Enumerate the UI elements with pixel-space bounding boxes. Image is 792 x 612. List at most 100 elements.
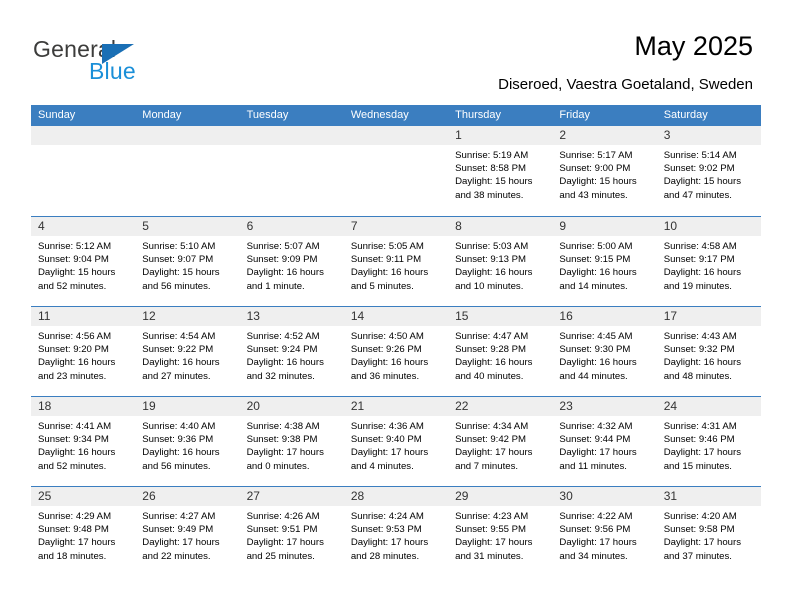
- day-number: 16: [559, 309, 573, 323]
- day-cell[interactable]: 13 Sunrise: 4:52 AM Sunset: 9:24 PM Dayligh…: [239, 307, 344, 396]
- daylight-text: and 11 minutes.: [559, 460, 627, 472]
- day-number-band: 2: [552, 126, 657, 145]
- daylight-text: and 28 minutes.: [350, 550, 420, 562]
- weekday-header-monday: Monday: [142, 109, 182, 121]
- day-cell[interactable]: 25 Sunrise: 4:29 AM Sunset: 9:48 PM Dayligh…: [31, 487, 136, 576]
- day-number: 3: [663, 128, 671, 142]
- calendar-week-row: 25 Sunrise: 4:29 AM Sunset: 9:48 PM Dayligh…: [31, 486, 761, 576]
- day-number-band: 12: [135, 307, 240, 326]
- day-cell[interactable]: 11 Sunrise: 4:56 AM Sunset: 9:20 PM Dayligh…: [31, 307, 136, 396]
- day-number-band: 17: [656, 307, 761, 326]
- sunrise-text: Sunrise: 5:00 AM: [559, 241, 633, 252]
- daylight-text: Daylight: 16 hours: [246, 357, 324, 369]
- day-cell[interactable]: 10 Sunrise: 4:58 AM Sunset: 9:17 PM Dayligh…: [656, 217, 761, 306]
- sunrise-text: Sunrise: 4:31 AM: [663, 421, 737, 432]
- day-number-band: 19: [135, 397, 240, 416]
- day-number: 27: [246, 489, 260, 503]
- daylight-text: and 56 minutes.: [142, 460, 211, 472]
- daylight-text: Daylight: 16 hours: [663, 267, 742, 279]
- day-cell[interactable]: 22 Sunrise: 4:34 AM Sunset: 9:42 PM Dayligh…: [448, 397, 553, 486]
- daylight-text: Daylight: 15 hours: [38, 267, 116, 279]
- day-number: 14: [350, 309, 365, 323]
- sunset-text: Sunset: 9:20 PM: [38, 344, 109, 356]
- day-number-band: 23: [552, 397, 657, 416]
- daylight-text: Daylight: 17 hours: [663, 537, 742, 549]
- day-cell[interactable]: 31 Sunrise: 4:20 AM Sunset: 9:58 PM Dayligh…: [656, 487, 761, 576]
- day-cell[interactable]: 9 Sunrise: 5:00 AM Sunset: 9:15 PM Daylight…: [552, 217, 657, 306]
- day-details: Sunrise: 4:29 AM Sunset: 9:48 PM Daylight:…: [31, 506, 135, 563]
- day-cell[interactable]: 27 Sunrise: 4:26 AM Sunset: 9:51 PM Dayligh…: [239, 487, 344, 576]
- day-cell[interactable]: 1 Sunrise: 5:19 AM Sunset: 8:58 PM Daylight…: [448, 126, 553, 215]
- brand-logo[interactable]: General Blue: [33, 36, 243, 86]
- daylight-text: Daylight: 17 hours: [38, 537, 116, 549]
- daylight-text: and 36 minutes.: [350, 370, 420, 382]
- day-cell[interactable]: 3 Sunrise: 5:14 AM Sunset: 9:02 PM Daylight…: [656, 126, 761, 215]
- day-details: Sunrise: 4:52 AM Sunset: 9:24 PM Daylight:…: [240, 326, 344, 383]
- day-details: Sunrise: 4:40 AM Sunset: 9:36 PM Daylight:…: [135, 416, 239, 473]
- day-number: 1: [455, 128, 462, 142]
- day-cell[interactable]: 21 Sunrise: 4:36 AM Sunset: 9:40 PM Dayligh…: [343, 397, 449, 486]
- day-details: Sunrise: 4:58 AM Sunset: 9:17 PM Daylight:…: [657, 236, 761, 293]
- sunrise-text: Sunrise: 5:19 AM: [455, 150, 529, 161]
- day-details: Sunrise: 5:10 AM Sunset: 9:07 PM Daylight:…: [135, 236, 239, 293]
- sunset-text: Sunset: 8:58 PM: [455, 163, 527, 175]
- sunset-text: Sunset: 9:13 PM: [455, 254, 527, 266]
- day-cell[interactable]: 18 Sunrise: 4:41 AM Sunset: 9:34 PM Dayligh…: [31, 397, 136, 486]
- day-cell[interactable]: 12 Sunrise: 4:54 AM Sunset: 9:22 PM Dayligh…: [135, 307, 240, 396]
- sunset-text: Sunset: 9:48 PM: [38, 524, 109, 536]
- sunset-text: Sunset: 9:28 PM: [455, 344, 527, 356]
- day-cell[interactable]: 29 Sunrise: 4:23 AM Sunset: 9:55 PM Dayligh…: [448, 487, 553, 576]
- daylight-text: and 56 minutes.: [142, 280, 211, 292]
- day-cell[interactable]: 17 Sunrise: 4:43 AM Sunset: 9:32 PM Dayligh…: [656, 307, 761, 396]
- day-details: Sunrise: 5:07 AM Sunset: 9:09 PM Daylight:…: [240, 236, 344, 293]
- day-cell[interactable]: 7 Sunrise: 5:05 AM Sunset: 9:11 PM Daylight…: [343, 217, 449, 306]
- sunset-text: Sunset: 9:51 PM: [246, 524, 318, 536]
- daylight-text: and 15 minutes.: [663, 460, 732, 472]
- day-number-band: 30: [552, 487, 657, 506]
- day-cell[interactable]: 15 Sunrise: 4:47 AM Sunset: 9:28 PM Dayligh…: [448, 307, 553, 396]
- day-cell[interactable]: 26 Sunrise: 4:27 AM Sunset: 9:49 PM Dayligh…: [135, 487, 240, 576]
- sunrise-text: Sunrise: 4:32 AM: [559, 421, 633, 432]
- day-cell[interactable]: 20 Sunrise: 4:38 AM Sunset: 9:38 PM Dayligh…: [239, 397, 344, 486]
- daylight-text: and 7 minutes.: [455, 460, 519, 472]
- sunrise-text: Sunrise: 4:43 AM: [663, 331, 737, 342]
- day-number: 28: [350, 489, 365, 503]
- day-cell[interactable]: 16 Sunrise: 4:45 AM Sunset: 9:30 PM Dayligh…: [552, 307, 657, 396]
- day-cell[interactable]: 19 Sunrise: 4:40 AM Sunset: 9:36 PM Dayligh…: [135, 397, 240, 486]
- day-cell[interactable]: 24 Sunrise: 4:31 AM Sunset: 9:46 PM Dayligh…: [656, 397, 761, 486]
- day-cell[interactable]: 6 Sunrise: 5:07 AM Sunset: 9:09 PM Daylight…: [239, 217, 344, 306]
- day-number: 31: [663, 489, 678, 503]
- daylight-text: and 5 minutes.: [350, 280, 414, 292]
- day-cell[interactable]: 14 Sunrise: 4:50 AM Sunset: 9:26 PM Dayligh…: [343, 307, 449, 396]
- sunset-text: Sunset: 9:07 PM: [142, 254, 214, 266]
- day-cell[interactable]: 2 Sunrise: 5:17 AM Sunset: 9:00 PM Daylight…: [552, 126, 657, 215]
- day-details: Sunrise: 4:43 AM Sunset: 9:32 PM Daylight:…: [657, 326, 761, 383]
- day-details: Sunrise: 5:05 AM Sunset: 9:11 PM Daylight:…: [344, 236, 448, 293]
- day-number-band: 22: [448, 397, 553, 416]
- sunset-text: Sunset: 9:17 PM: [663, 254, 735, 266]
- daylight-text: and 38 minutes.: [455, 189, 524, 201]
- daylight-text: Daylight: 16 hours: [142, 357, 220, 369]
- daylight-text: Daylight: 16 hours: [455, 357, 533, 369]
- daylight-text: Daylight: 17 hours: [246, 447, 324, 459]
- day-details: Sunrise: 5:14 AM Sunset: 9:02 PM Daylight:…: [657, 145, 761, 202]
- day-number: 17: [663, 309, 678, 323]
- day-cell[interactable]: 28 Sunrise: 4:24 AM Sunset: 9:53 PM Dayligh…: [343, 487, 449, 576]
- sunset-text: Sunset: 9:40 PM: [350, 434, 422, 446]
- daylight-text: and 19 minutes.: [663, 280, 732, 292]
- daylight-text: and 52 minutes.: [38, 460, 107, 472]
- daylight-text: and 40 minutes.: [455, 370, 524, 382]
- day-cell[interactable]: 30 Sunrise: 4:22 AM Sunset: 9:56 PM Dayligh…: [552, 487, 657, 576]
- page-title: May 2025: [634, 31, 753, 61]
- day-number-band: 26: [135, 487, 240, 506]
- day-cell[interactable]: 23 Sunrise: 4:32 AM Sunset: 9:44 PM Dayligh…: [552, 397, 657, 486]
- day-number: 12: [142, 309, 156, 323]
- day-details: Sunrise: 4:27 AM Sunset: 9:49 PM Daylight:…: [135, 506, 239, 563]
- day-cell[interactable]: 5 Sunrise: 5:10 AM Sunset: 9:07 PM Daylight…: [135, 217, 240, 306]
- day-cell[interactable]: 4 Sunrise: 5:12 AM Sunset: 9:04 PM Daylight…: [31, 217, 136, 306]
- sunset-text: Sunset: 9:22 PM: [142, 344, 214, 356]
- daylight-text: and 25 minutes.: [246, 550, 315, 562]
- day-cell[interactable]: 8 Sunrise: 5:03 AM Sunset: 9:13 PM Daylight…: [448, 217, 553, 306]
- daylight-text: Daylight: 17 hours: [142, 537, 220, 549]
- sunrise-text: Sunrise: 4:47 AM: [455, 331, 529, 342]
